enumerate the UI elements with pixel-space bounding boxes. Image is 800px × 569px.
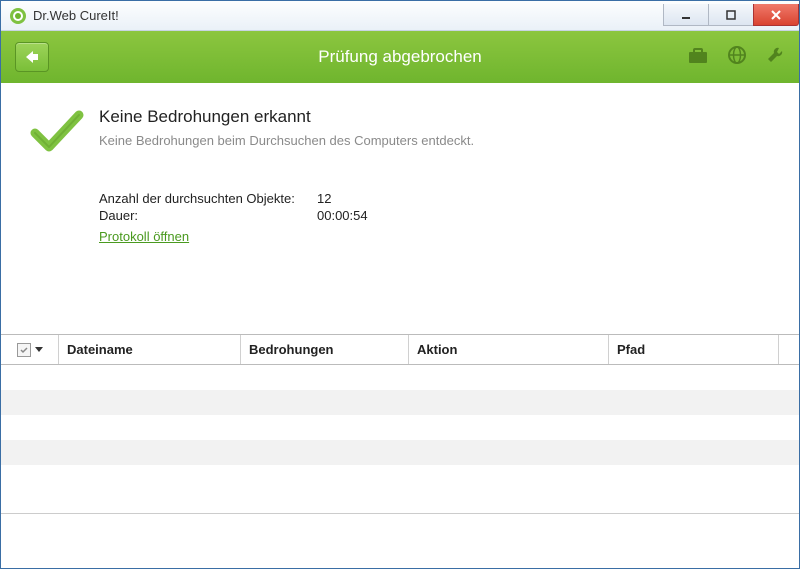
globe-icon[interactable] — [727, 45, 747, 70]
app-window: Dr.Web CureIt! Prüfung abgebrochen — [0, 0, 800, 569]
header-checkbox[interactable] — [17, 343, 31, 357]
stat-objects: Anzahl der durchsuchten Objekte: 12 — [99, 191, 773, 206]
table-row — [1, 465, 799, 490]
result-subtext: Keine Bedrohungen beim Durchsuchen des C… — [99, 133, 474, 148]
column-checkbox[interactable] — [1, 335, 59, 364]
column-action[interactable]: Aktion — [409, 335, 609, 364]
results-table: Dateiname Bedrohungen Aktion Pfad — [1, 334, 799, 513]
column-path[interactable]: Pfad — [609, 335, 779, 364]
table-row — [1, 365, 799, 390]
toolbar-title: Prüfung abgebrochen — [1, 47, 799, 67]
stat-objects-label: Anzahl der durchsuchten Objekte: — [99, 191, 317, 206]
toolbar-icons — [687, 45, 785, 70]
app-icon — [9, 7, 27, 25]
table-body — [1, 365, 799, 513]
back-button[interactable] — [15, 42, 49, 72]
stat-objects-value: 12 — [317, 191, 331, 206]
column-end — [779, 335, 799, 364]
column-threat[interactable]: Bedrohungen — [241, 335, 409, 364]
stat-duration-label: Dauer: — [99, 208, 317, 223]
footer — [1, 513, 799, 547]
window-title: Dr.Web CureIt! — [33, 8, 119, 23]
toolbar: Prüfung abgebrochen — [1, 31, 799, 83]
result-row: Keine Bedrohungen erkannt Keine Bedrohun… — [27, 107, 773, 157]
briefcase-icon[interactable] — [687, 46, 709, 69]
result-text: Keine Bedrohungen erkannt Keine Bedrohun… — [99, 107, 474, 148]
dropdown-arrow-icon — [35, 347, 43, 353]
table-header: Dateiname Bedrohungen Aktion Pfad — [1, 335, 799, 365]
table-row — [1, 415, 799, 440]
stats-block: Anzahl der durchsuchten Objekte: 12 Daue… — [99, 191, 773, 244]
maximize-button[interactable] — [708, 4, 754, 26]
column-filename[interactable]: Dateiname — [59, 335, 241, 364]
window-controls — [664, 5, 799, 26]
close-button[interactable] — [753, 4, 799, 26]
content-area: Keine Bedrohungen erkannt Keine Bedrohun… — [1, 83, 799, 254]
back-arrow-icon — [23, 49, 41, 65]
protocol-link[interactable]: Protokoll öffnen — [99, 229, 189, 244]
stat-duration-value: 00:00:54 — [317, 208, 368, 223]
wrench-icon[interactable] — [765, 45, 785, 70]
titlebar: Dr.Web CureIt! — [1, 1, 799, 31]
checkmark-icon — [27, 107, 87, 157]
result-heading: Keine Bedrohungen erkannt — [99, 107, 474, 127]
table-row — [1, 390, 799, 415]
table-row — [1, 440, 799, 465]
stat-duration: Dauer: 00:00:54 — [99, 208, 773, 223]
minimize-button[interactable] — [663, 4, 709, 26]
